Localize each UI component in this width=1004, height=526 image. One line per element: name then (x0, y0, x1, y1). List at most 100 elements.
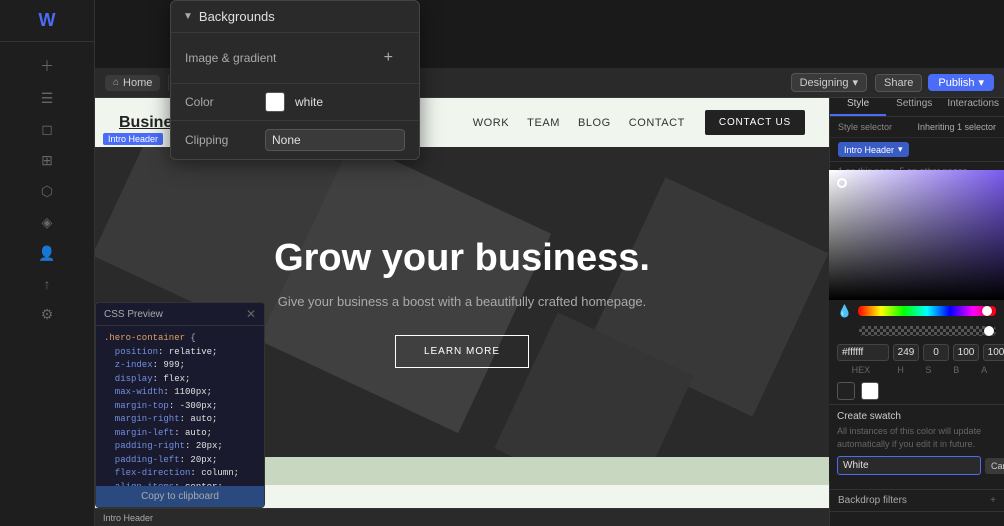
css-preview-header: CSS Preview ✕ (96, 303, 264, 326)
intro-header-tag[interactable]: Intro Header ▾ (838, 142, 909, 157)
swatch-black[interactable] (837, 382, 855, 400)
s-label: S (917, 365, 941, 375)
css-selector: .hero-container (104, 333, 185, 343)
hero-content: Grow your business. Give your business a… (274, 237, 650, 368)
swatch-name-input[interactable] (837, 456, 981, 475)
publish-chevron: ▾ (978, 76, 984, 89)
designing-chevron: ▾ (853, 76, 859, 89)
backgrounds-panel-header: ▼ Backgrounds (171, 1, 419, 33)
color-row: Color white (171, 84, 419, 121)
css-prop-4: max-width (104, 387, 163, 397)
color-swatch[interactable] (265, 92, 285, 112)
css-prop-3: display (104, 374, 153, 384)
copy-to-clipboard-button[interactable]: Copy to clipboard (96, 486, 264, 507)
backgrounds-title: Backgrounds (199, 9, 407, 24)
backgrounds-panel: ▼ Backgrounds Image & gradient + Color w… (170, 0, 420, 160)
sidebar-icon-cms[interactable]: ⬡ (0, 177, 94, 206)
style-selector-label: Style selector (838, 122, 892, 132)
opacity-thumb (984, 326, 994, 336)
sidebar-icon-user[interactable]: 👤 (0, 239, 94, 268)
nav-link-work[interactable]: WORK (473, 117, 509, 129)
opacity-slider-row (829, 322, 1004, 340)
css-content: .hero-container { position: relative; z-… (96, 326, 264, 486)
eyedropper-button[interactable]: 💧 (837, 304, 852, 318)
sidebar-icon-pages[interactable]: ☰ (0, 84, 94, 113)
opacity-slider[interactable] (859, 326, 996, 336)
nav-link-contact[interactable]: CONTACT (629, 117, 685, 129)
create-swatch-title: Create swatch (837, 411, 996, 422)
hero-cta-button[interactable]: LEARN MORE (395, 335, 529, 368)
s-input[interactable] (923, 344, 949, 361)
css-prop-7: margin-left (104, 428, 174, 438)
a-input[interactable] (983, 344, 1004, 361)
css-val-1: : relative; (158, 347, 217, 357)
app-logo: W (0, 0, 94, 42)
css-val-7: : auto; (174, 428, 212, 438)
backgrounds-chevron-icon: ▼ (183, 11, 193, 22)
css-val-4: : 1100px; (163, 387, 212, 397)
css-preview-panel: CSS Preview ✕ .hero-container { position… (95, 302, 265, 508)
designing-mode[interactable]: Designing ▾ (791, 73, 867, 92)
css-open-brace: { (190, 333, 195, 343)
backdrop-filters-plus-icon[interactable]: + (990, 495, 996, 506)
designing-label: Designing (800, 77, 849, 89)
backdrop-filters-label: Backdrop filters (838, 495, 907, 506)
b-label: B (944, 365, 968, 375)
sidebar-icon-integrations[interactable]: ⚙ (0, 300, 94, 329)
nav-link-team[interactable]: TEAM (527, 117, 560, 129)
clipping-select[interactable]: None Border Box Padding Box Content Box (265, 129, 405, 151)
css-prop-2: z-index (104, 360, 153, 370)
image-gradient-label: Image & gradient (185, 51, 362, 65)
css-prop-5: margin-top (104, 401, 169, 411)
hero-subtitle: Give your business a boost with a beauti… (274, 294, 650, 309)
sidebar-icon-assets[interactable]: ⊞ (0, 146, 94, 175)
create-swatch-description: All instances of this color will update … (837, 425, 996, 450)
css-val-2: : 999; (153, 360, 185, 370)
hue-slider-row: 💧 (829, 300, 1004, 322)
css-val-5: : -300px; (169, 401, 218, 411)
sidebar-nav: ＋ ☰ ◻ ⊞ ⬡ ◈ 👤 ↑ ⚙ (0, 42, 94, 337)
sidebar-icon-ecommerce[interactable]: ◈ (0, 208, 94, 237)
publish-button[interactable]: Publish ▾ (928, 74, 994, 91)
share-button[interactable]: Share (875, 74, 922, 92)
css-prop-10: flex-direction (104, 468, 190, 478)
color-gradient-picker[interactable] (829, 170, 1004, 300)
bottom-bar-label: Intro Header (103, 513, 153, 523)
css-close-button[interactable]: ✕ (246, 308, 256, 320)
swatch-white[interactable] (861, 382, 879, 400)
swatch-input-row: Cancel Create (837, 456, 996, 475)
hue-thumb (982, 306, 992, 316)
css-val-3: : flex; (153, 374, 191, 384)
sidebar-icon-add[interactable]: ＋ (0, 50, 94, 82)
home-label: Home (123, 77, 152, 89)
tag-label: Intro Header (844, 145, 894, 155)
site-nav-links: WORK TEAM BLOG CONTACT (473, 117, 685, 129)
css-prop-1: position (104, 347, 158, 357)
css-prop-9: padding-left (104, 455, 180, 465)
css-prop-8: padding-right (104, 441, 185, 451)
bottom-bar: Intro Header (95, 508, 829, 526)
a-label: A (972, 365, 996, 375)
backdrop-filters-row[interactable]: Backdrop filters + (830, 490, 1004, 512)
sidebar-icon-seo[interactable]: ↑ (0, 270, 94, 298)
sidebar-icon-components[interactable]: ◻ (0, 115, 94, 144)
hue-slider[interactable] (858, 306, 996, 316)
add-background-button[interactable]: + (372, 41, 405, 75)
contact-us-button[interactable]: CONTACT US (705, 110, 805, 135)
intro-header-canvas-label: Intro Header (103, 133, 163, 145)
nav-link-blog[interactable]: BLOG (578, 117, 611, 129)
publish-label: Publish (938, 77, 974, 89)
swatches-row (829, 378, 1004, 404)
css-val-9: : 20px; (180, 455, 218, 465)
style-selector-row: Style selector Inheriting 1 selector (830, 117, 1004, 138)
toolbar-home[interactable]: ⌂ Home (105, 75, 160, 91)
toolbar-actions: Share Publish ▾ (875, 74, 994, 92)
h-label: H (889, 365, 913, 375)
color-picker-dot (837, 178, 847, 188)
css-val-10: : column; (190, 468, 239, 478)
color-values-row (829, 340, 1004, 365)
cancel-button[interactable]: Cancel (985, 458, 1004, 474)
h-input[interactable] (893, 344, 919, 361)
hex-input[interactable] (837, 344, 889, 361)
b-input[interactable] (953, 344, 979, 361)
